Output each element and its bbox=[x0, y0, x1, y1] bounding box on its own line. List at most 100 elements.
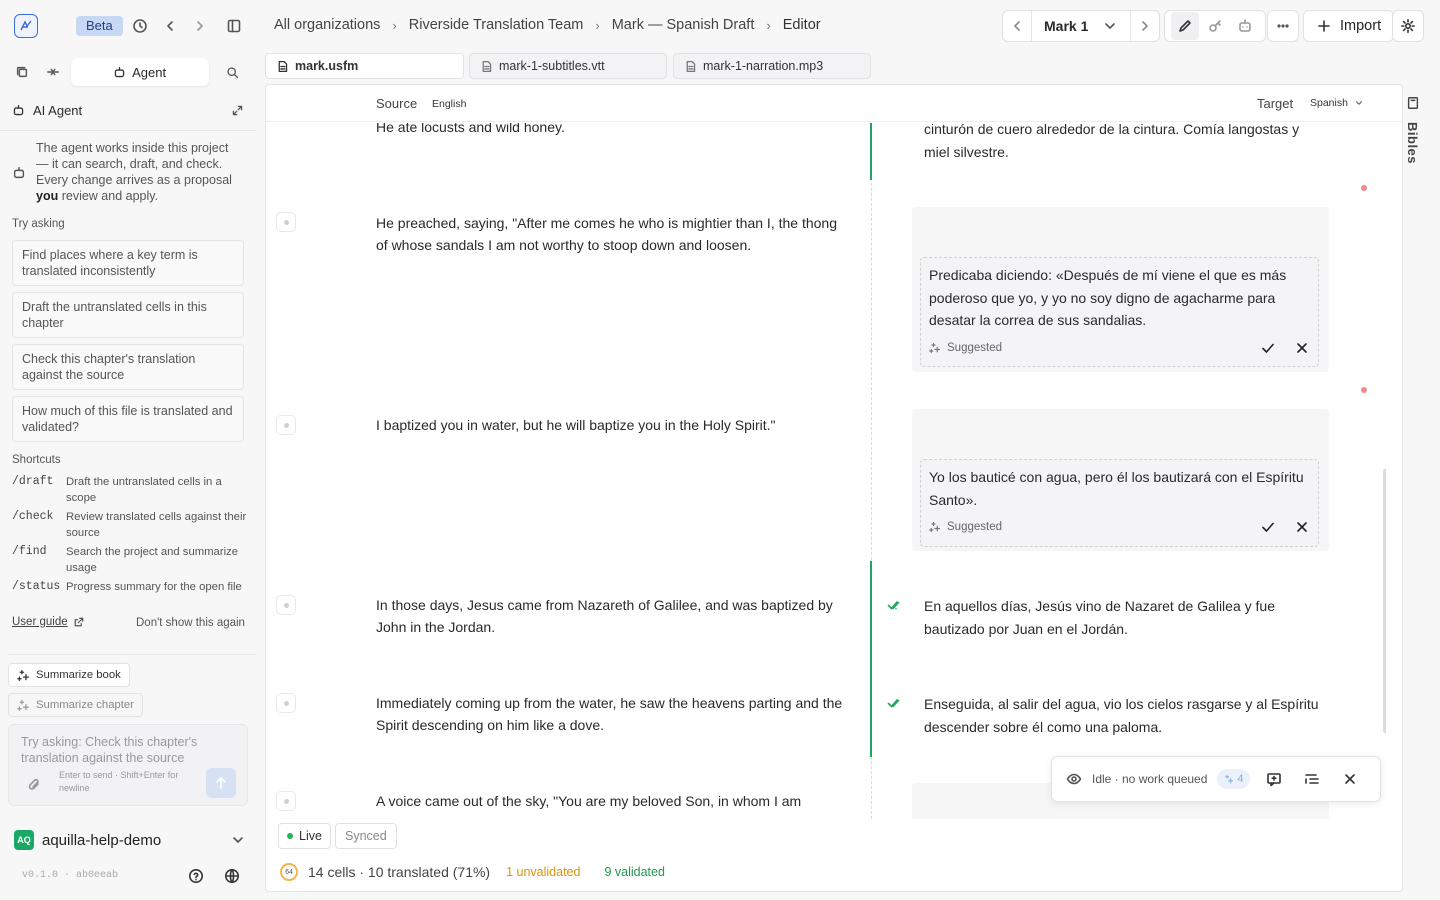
tab-file[interactable]: mark-1-narration.mp3 bbox=[673, 53, 871, 79]
suggestion-card: Predicaba diciendo: «Después de mí viene… bbox=[920, 257, 1319, 367]
tab-agent[interactable]: Agent bbox=[70, 58, 209, 86]
more-options-button[interactable] bbox=[1267, 10, 1299, 42]
source-label: Source bbox=[376, 96, 418, 111]
settings-button[interactable] bbox=[1392, 10, 1424, 42]
suggestion-card[interactable]: Find places where a key term is translat… bbox=[12, 240, 244, 286]
suggestion-card[interactable]: Draft the untranslated cells in this cha… bbox=[12, 292, 244, 338]
agent-intro: The agent works inside this project — it… bbox=[12, 140, 244, 204]
cell-menu-button[interactable] bbox=[276, 693, 296, 713]
import-button[interactable]: Import bbox=[1303, 10, 1395, 42]
intro-end: review and apply. bbox=[61, 189, 159, 203]
chapter-dropdown[interactable]: Mark 1 bbox=[1031, 11, 1132, 41]
breadcrumb-separator: › bbox=[595, 17, 600, 33]
source-cell: He preached, saying, "After me comes he … bbox=[376, 215, 837, 253]
version-label: v0.1.0 · ab0eeab bbox=[22, 870, 119, 881]
tab-label: mark-1-narration.mp3 bbox=[703, 59, 824, 73]
suggestion-footer: Suggested bbox=[929, 332, 1310, 364]
next-chapter-button[interactable] bbox=[1131, 11, 1159, 41]
app-logo-icon[interactable] bbox=[14, 14, 38, 38]
robot-icon bbox=[13, 167, 25, 179]
cell-menu-button[interactable] bbox=[276, 212, 296, 232]
reject-icon[interactable] bbox=[1294, 519, 1310, 535]
target-cell[interactable]: En aquellos días, Jesús vino de Nazaret … bbox=[924, 595, 1324, 640]
close-icon[interactable] bbox=[1342, 771, 1358, 787]
summarize-book-button[interactable]: Summarize book bbox=[8, 663, 130, 687]
more-icon bbox=[1277, 24, 1289, 28]
org-switcher[interactable]: AQ aquilla-help-demo bbox=[14, 829, 246, 851]
live-badge[interactable]: Live bbox=[278, 823, 331, 849]
breadcrumb-project[interactable]: Mark — Spanish Draft bbox=[612, 17, 755, 33]
comment-marker[interactable] bbox=[1361, 185, 1367, 191]
tab-file[interactable]: mark.usfm bbox=[265, 53, 464, 79]
book-icon[interactable] bbox=[1406, 96, 1420, 110]
target-language-select[interactable]: Spanish bbox=[1310, 97, 1364, 109]
help-icon[interactable] bbox=[188, 868, 204, 884]
validated-count[interactable]: 9 validated bbox=[604, 865, 664, 879]
globe-icon[interactable] bbox=[224, 868, 240, 884]
dont-show-again-link[interactable]: Don't show this again bbox=[136, 617, 245, 629]
reject-icon[interactable] bbox=[1294, 340, 1310, 356]
target-cell[interactable]: Yo los bauticé con agua, pero él los bau… bbox=[912, 409, 1329, 551]
unvalidated-count[interactable]: 1 unvalidated bbox=[506, 865, 580, 879]
shortcut-desc: Draft the untranslated cells in a scope bbox=[66, 476, 222, 504]
target-cell[interactable]: cinturón de cuero alrededor de la cintur… bbox=[924, 123, 1324, 163]
bibles-tab[interactable]: Bibles bbox=[1405, 122, 1420, 164]
comment-icon[interactable] bbox=[1266, 771, 1282, 787]
shortcut-command: /draft bbox=[12, 475, 54, 488]
toggle-sidebar-icon[interactable] bbox=[222, 14, 246, 38]
breadcrumb: All organizations › Riverside Translatio… bbox=[274, 17, 821, 33]
summarize-chapter-label: Summarize chapter bbox=[36, 699, 134, 711]
search-icon[interactable] bbox=[219, 58, 246, 86]
user-guide-link[interactable]: User guide bbox=[12, 616, 85, 628]
shortcut-row: /draft Draft the untranslated cells in a … bbox=[12, 474, 248, 506]
breadcrumb-all-orgs[interactable]: All organizations bbox=[274, 17, 380, 33]
history-icon[interactable] bbox=[128, 14, 152, 38]
suggestion-card[interactable]: Check this chapter's translation against… bbox=[12, 344, 244, 390]
target-cell[interactable]: Enseguida, al salir del agua, vio los ci… bbox=[924, 693, 1324, 738]
expand-icon[interactable] bbox=[231, 104, 244, 117]
cell-menu-button[interactable] bbox=[276, 595, 296, 615]
shortcut-row: /status Progress summary for the open fil… bbox=[12, 579, 248, 595]
try-asking-heading: Try asking bbox=[12, 218, 65, 230]
breadcrumb-editor: Editor bbox=[782, 17, 821, 33]
plus-icon bbox=[1318, 20, 1330, 32]
divider bbox=[0, 130, 256, 131]
scrollbar[interactable] bbox=[1383, 468, 1386, 734]
comment-marker[interactable] bbox=[1361, 387, 1367, 393]
agent-status-popover: Idle · no work queued 4 bbox=[1051, 756, 1381, 802]
cell-menu-button[interactable] bbox=[276, 791, 296, 811]
user-guide-label: User guide bbox=[12, 616, 68, 628]
sparkle-icon bbox=[929, 521, 941, 533]
attachment-icon[interactable] bbox=[27, 777, 43, 793]
validated-check-icon[interactable] bbox=[887, 597, 903, 613]
accept-icon[interactable] bbox=[1260, 340, 1276, 356]
cell-menu-button[interactable] bbox=[276, 415, 296, 435]
suggestion-card[interactable]: How much of this file is translated and … bbox=[12, 396, 244, 442]
agent-header: AI Agent bbox=[12, 100, 244, 120]
tab-agent-label: Agent bbox=[132, 64, 167, 80]
accept-icon[interactable] bbox=[1260, 519, 1276, 535]
list-icon[interactable] bbox=[1304, 771, 1320, 787]
agent-mode-icon[interactable] bbox=[1231, 12, 1259, 40]
source-language: English bbox=[432, 98, 467, 110]
send-button[interactable] bbox=[206, 768, 236, 798]
chevron-down-icon bbox=[1355, 101, 1362, 105]
editor-panel: Source English Target Spanish He ate loc… bbox=[265, 84, 1403, 892]
compare-icon[interactable] bbox=[39, 58, 66, 86]
forward-icon[interactable] bbox=[188, 14, 212, 38]
summarize-chapter-button[interactable]: Summarize chapter bbox=[8, 693, 143, 717]
shortcuts-heading: Shortcuts bbox=[12, 454, 61, 466]
file-icon bbox=[278, 60, 288, 72]
suggestion-text: Yo los bauticé con agua, pero él los bau… bbox=[929, 469, 1304, 508]
edit-mode-icon[interactable] bbox=[1171, 12, 1199, 40]
back-icon[interactable] bbox=[158, 14, 182, 38]
copy-icon[interactable] bbox=[8, 58, 35, 86]
review-mode-icon[interactable] bbox=[1201, 12, 1229, 40]
suggestion-status: Suggested bbox=[947, 521, 1002, 533]
breadcrumb-team[interactable]: Riverside Translation Team bbox=[409, 17, 584, 33]
agent-composer[interactable]: Try asking: Check this chapter's transla… bbox=[8, 724, 248, 806]
prev-chapter-button[interactable] bbox=[1003, 11, 1031, 41]
tab-file[interactable]: mark-1-subtitles.vtt bbox=[469, 53, 667, 79]
validated-check-icon[interactable] bbox=[887, 695, 903, 711]
target-cell[interactable]: Predicaba diciendo: «Después de mí viene… bbox=[912, 207, 1329, 372]
